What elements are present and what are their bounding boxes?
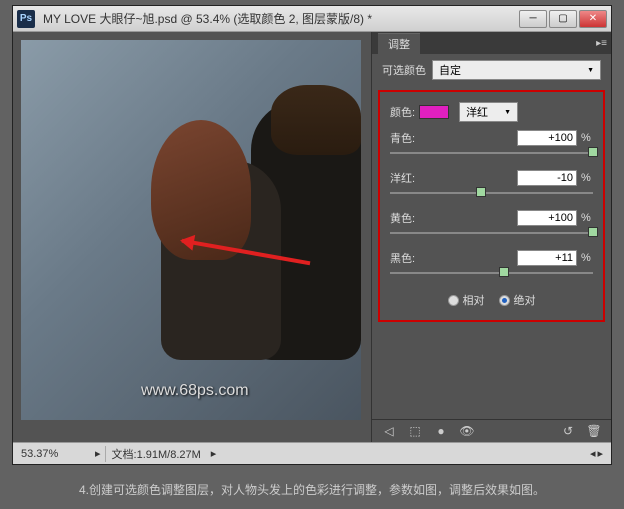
radio-off-icon bbox=[448, 295, 459, 306]
doc-size: 文档:1.91M/8.27M bbox=[105, 446, 207, 462]
adjustments-panel: 调整 ▸≡ 可选颜色 自定 颜色: 洋红 青色: % bbox=[371, 32, 611, 442]
absolute-label: 绝对 bbox=[514, 292, 536, 308]
black-label: 黑色: bbox=[390, 250, 430, 266]
color-dropdown[interactable]: 洋红 bbox=[459, 102, 518, 122]
colors-label: 颜色: bbox=[390, 104, 415, 120]
black-input[interactable] bbox=[517, 250, 577, 266]
cyan-slider[interactable] bbox=[390, 152, 593, 154]
image-content bbox=[151, 120, 251, 260]
pct-label: % bbox=[581, 172, 593, 184]
color-swatch-magenta bbox=[419, 105, 449, 119]
minimize-button[interactable]: ─ bbox=[519, 10, 547, 28]
settings-highlight-box: 颜色: 洋红 青色: % 洋红: % bbox=[378, 90, 605, 322]
radio-absolute[interactable]: 绝对 bbox=[499, 292, 536, 308]
yellow-input[interactable] bbox=[517, 210, 577, 226]
doc-arrow-icon[interactable]: ▸ bbox=[207, 447, 221, 460]
scroll-left-icon[interactable]: ◂ bbox=[590, 447, 596, 460]
magenta-input[interactable] bbox=[517, 170, 577, 186]
black-slider[interactable] bbox=[390, 272, 593, 274]
radio-on-icon bbox=[499, 295, 510, 306]
magenta-slider[interactable] bbox=[390, 192, 593, 194]
selective-color-label: 可选颜色 bbox=[382, 62, 426, 78]
magenta-label: 洋红: bbox=[390, 170, 430, 186]
cyan-input[interactable] bbox=[517, 130, 577, 146]
pct-label: % bbox=[581, 212, 593, 224]
tutorial-caption: 4.创建可选颜色调整图层，对人物头发上的色彩进行调整，参数如图，调整后效果如图。 bbox=[0, 481, 624, 498]
pct-label: % bbox=[581, 132, 593, 144]
scroll-right-icon[interactable]: ▸ bbox=[597, 447, 603, 460]
yellow-label: 黄色: bbox=[390, 210, 430, 226]
document-canvas[interactable]: www.68ps.com bbox=[21, 40, 361, 420]
panel-menu-icon[interactable]: ▸≡ bbox=[596, 38, 607, 49]
tab-adjustments[interactable]: 调整 bbox=[378, 33, 420, 54]
reset-icon[interactable]: ↺ bbox=[559, 424, 577, 438]
preset-dropdown[interactable]: 自定 bbox=[432, 60, 601, 80]
delete-icon[interactable]: 🗑 bbox=[585, 424, 603, 438]
relative-label: 相对 bbox=[463, 292, 485, 308]
visibility-icon[interactable]: 👁 bbox=[458, 424, 476, 438]
app-icon: Ps bbox=[17, 10, 35, 28]
window-title: MY LOVE 大眼仔~旭.psd @ 53.4% (选取颜色 2, 图层蒙版/… bbox=[43, 10, 519, 27]
watermark: www.68ps.com bbox=[141, 382, 249, 400]
pct-label: % bbox=[581, 252, 593, 264]
cyan-label: 青色: bbox=[390, 130, 430, 146]
yellow-slider[interactable] bbox=[390, 232, 593, 234]
expand-icon[interactable]: ⬚ bbox=[406, 424, 424, 438]
back-icon[interactable]: ◁ bbox=[380, 424, 398, 438]
radio-relative[interactable]: 相对 bbox=[448, 292, 485, 308]
zoom-level[interactable]: 53.37% bbox=[21, 448, 91, 460]
close-button[interactable]: ✕ bbox=[579, 10, 607, 28]
canvas-area[interactable]: www.68ps.com bbox=[13, 32, 371, 442]
clip-icon[interactable]: ● bbox=[432, 424, 450, 438]
maximize-button[interactable]: ▢ bbox=[549, 10, 577, 28]
zoom-arrow-icon[interactable]: ▸ bbox=[91, 447, 105, 460]
image-content bbox=[271, 85, 361, 155]
